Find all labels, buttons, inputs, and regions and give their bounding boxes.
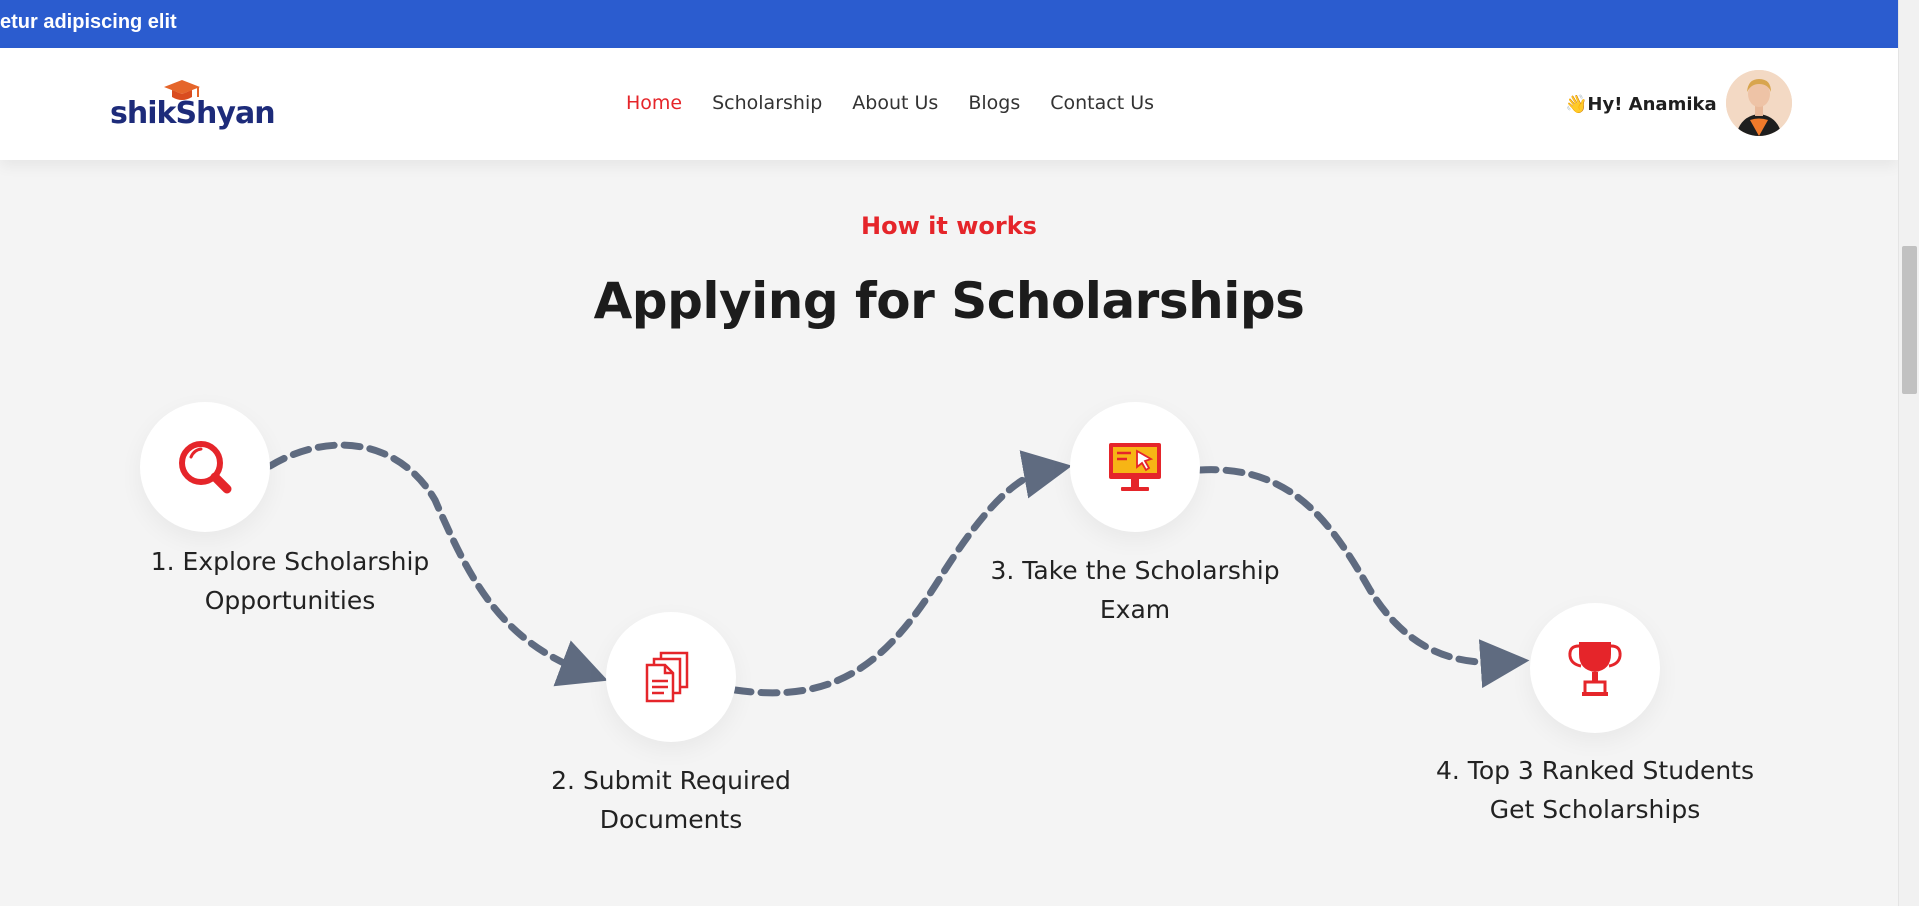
step-3-label: 3. Take the Scholarship Exam bbox=[955, 551, 1315, 629]
logo-wordmark: shikShyan bbox=[110, 96, 276, 131]
step-4-label-line1: 4. Top 3 Ranked Students bbox=[1436, 756, 1754, 785]
avatar[interactable] bbox=[1726, 70, 1792, 136]
trophy-icon bbox=[1568, 642, 1622, 696]
section-eyebrow: How it works bbox=[861, 212, 1037, 240]
main-nav: Home Scholarship About Us Blogs Contact … bbox=[626, 92, 1154, 114]
step-1-label-line2: Opportunities bbox=[204, 586, 376, 615]
announcement-bar: etur adipiscing elit bbox=[0, 0, 1898, 48]
nav-item-home[interactable]: Home bbox=[626, 92, 682, 114]
step-1-label: 1. Explore Scholarship Opportunities bbox=[110, 542, 470, 620]
step-1-label-line1: 1. Explore Scholarship bbox=[150, 547, 430, 576]
step-3-label-line1: 3. Take the Scholarship bbox=[990, 556, 1280, 585]
site-logo[interactable]: shikShyan bbox=[110, 78, 276, 134]
page-scrollbar[interactable] bbox=[1898, 0, 1919, 906]
computer-exam-icon bbox=[1109, 443, 1161, 491]
user-avatar-image bbox=[1726, 70, 1792, 136]
step-2-label: 2. Submit Required Documents bbox=[491, 761, 851, 839]
nav-item-blogs[interactable]: Blogs bbox=[968, 92, 1020, 114]
nav-item-about-us[interactable]: About Us bbox=[852, 92, 938, 114]
scrollbar-thumb[interactable] bbox=[1902, 246, 1917, 394]
step-3-label-line2: Exam bbox=[1099, 595, 1171, 624]
step-3-circle bbox=[1070, 402, 1200, 532]
user-greeting[interactable]: 👋Hy! Anamika bbox=[1565, 94, 1717, 115]
documents-icon bbox=[645, 651, 689, 703]
step-1-circle bbox=[140, 402, 270, 532]
search-icon bbox=[179, 441, 232, 494]
nav-item-scholarship[interactable]: Scholarship bbox=[712, 92, 822, 114]
step-2-label-line1: 2. Submit Required bbox=[551, 766, 791, 795]
step-4-label: 4. Top 3 Ranked Students Get Scholarship… bbox=[1415, 751, 1775, 829]
section-title: Applying for Scholarships bbox=[593, 272, 1305, 330]
step-4-label-line2: Get Scholarships bbox=[1489, 795, 1701, 824]
step-2-circle bbox=[606, 612, 736, 742]
site-header: shikShyan Home Scholarship About Us Blog… bbox=[0, 48, 1898, 160]
step-2-label-line2: Documents bbox=[599, 805, 743, 834]
step-4-circle bbox=[1530, 603, 1660, 733]
announcement-text: etur adipiscing elit bbox=[0, 11, 177, 33]
nav-item-contact-us[interactable]: Contact Us bbox=[1050, 92, 1154, 114]
